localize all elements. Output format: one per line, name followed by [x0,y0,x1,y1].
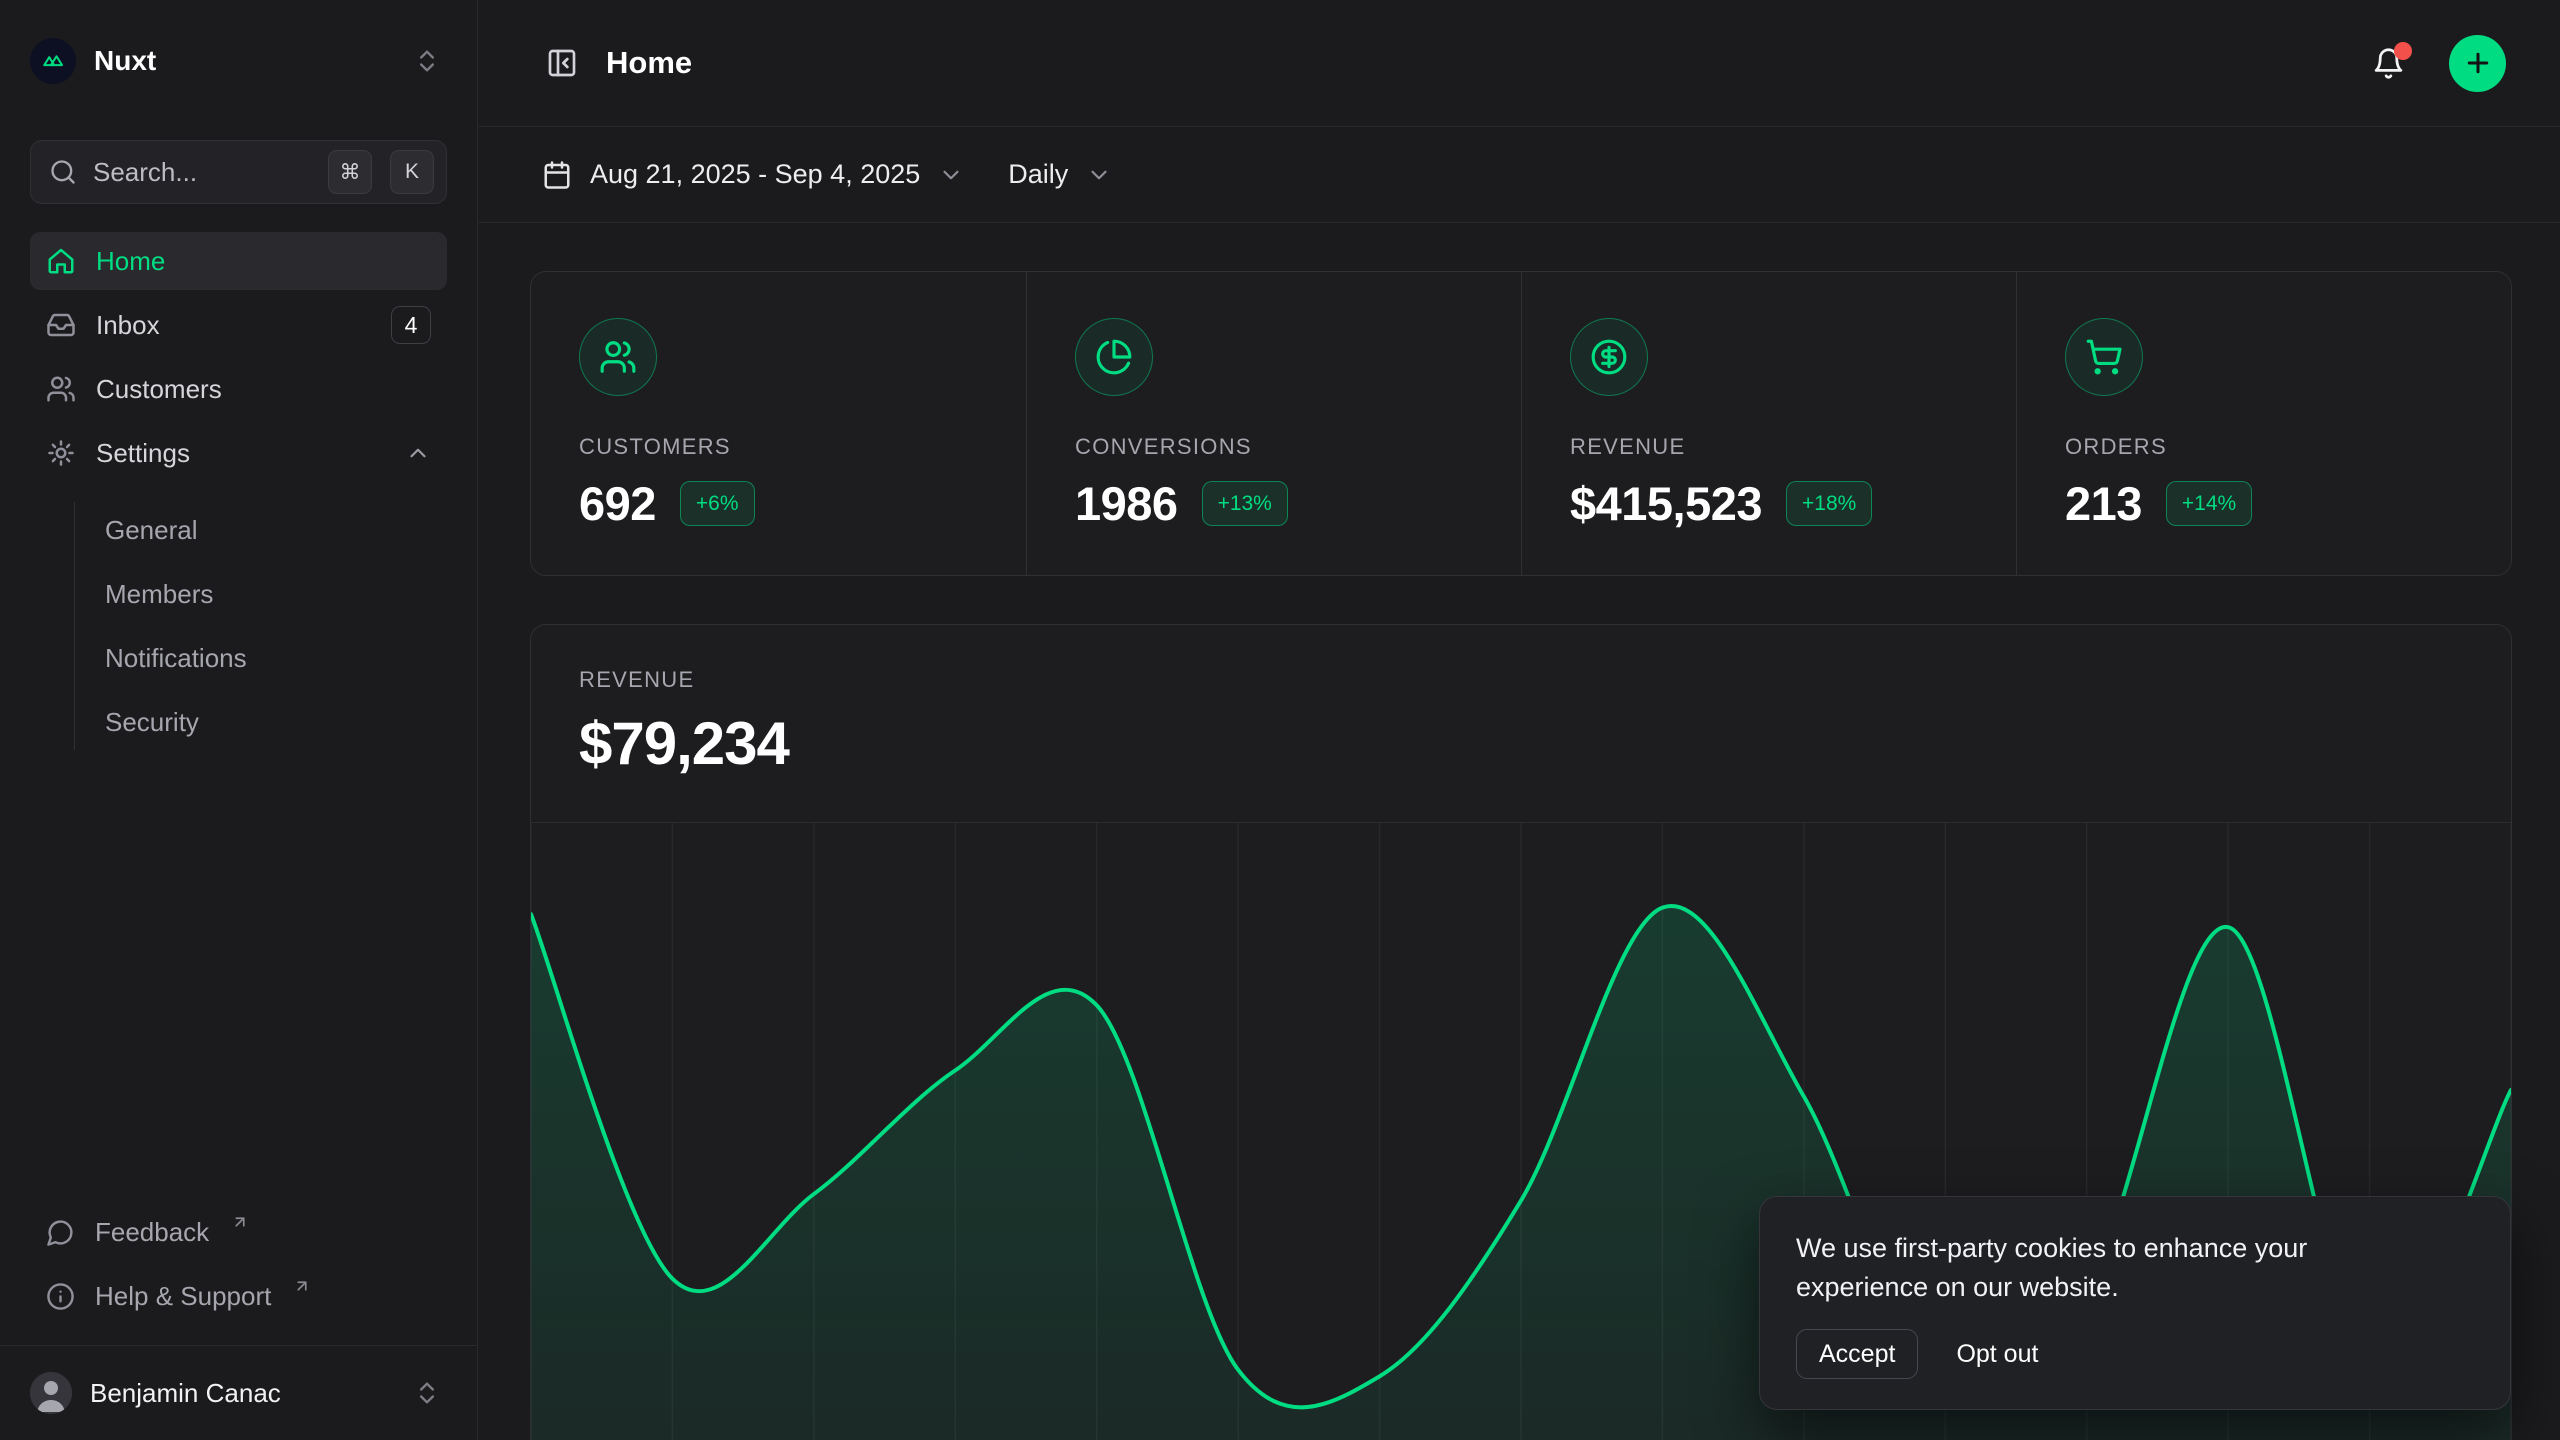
chevron-down-icon [1086,162,1112,188]
external-link-icon [293,1277,311,1295]
notification-dot [2394,42,2412,60]
sidebar-subitem-notifications[interactable]: Notifications [105,630,447,686]
stat-card-conversions[interactable]: CONVERSIONS 1986 +13% [1026,272,1521,575]
plus-icon [2463,48,2493,78]
user-name: Benjamin Canac [90,1378,281,1409]
date-range-picker[interactable]: Aug 21, 2025 - Sep 4, 2025 [542,159,964,190]
optout-cookies-button[interactable]: Opt out [1956,1340,2038,1369]
chevrons-up-down-icon[interactable] [407,41,447,81]
header-actions [2368,35,2506,92]
stat-delta-badge: +14% [2166,481,2252,526]
revenue-chart-label: REVENUE [579,667,2463,693]
stat-delta-badge: +18% [1786,481,1872,526]
stat-card-revenue[interactable]: REVENUE $415,523 +18% [1521,272,2016,575]
sidebar-subitem-security[interactable]: Security [105,694,447,750]
users-icon [579,318,657,396]
filters-toolbar: Aug 21, 2025 - Sep 4, 2025 Daily [478,127,2560,223]
sidebar-item-inbox[interactable]: Inbox 4 [30,296,447,354]
info-circle-icon [46,1282,75,1311]
shopping-cart-icon [2065,318,2143,396]
cookie-message: We use first-party cookies to enhance yo… [1796,1229,2446,1307]
sidebar-subitem-members[interactable]: Members [105,566,447,622]
chevron-down-icon [938,162,964,188]
add-button[interactable] [2449,35,2506,92]
search-placeholder: Search... [93,157,312,188]
sidebar-footer-links: Feedback Help & Support [30,1203,447,1325]
sidebar-nav: Home Inbox 4 Customers Settings [30,232,447,750]
users-icon [46,374,76,404]
page-header: Home [478,0,2560,127]
inbox-count-badge: 4 [391,306,431,344]
footer-link-label: Feedback [95,1217,209,1248]
stat-label: CONVERSIONS [1075,434,1252,460]
workspace-selector[interactable]: Nuxt [30,36,447,86]
revenue-chart-header: REVENUE $79,234 [531,625,2511,778]
stat-delta-badge: +6% [680,481,755,526]
accept-cookies-button[interactable]: Accept [1796,1329,1918,1379]
sidebar-subitem-general[interactable]: General [105,502,447,558]
stat-label: ORDERS [2065,434,2167,460]
collapse-sidebar-icon[interactable] [542,43,582,83]
kbd-command: ⌘ [328,150,372,194]
stat-delta-badge: +13% [1202,481,1288,526]
sidebar-spacer [30,750,447,1203]
chevrons-up-down-icon [407,1373,447,1413]
chevron-up-icon[interactable] [405,440,431,466]
stat-value: 1986 [1075,476,1178,531]
sidebar-item-customers[interactable]: Customers [30,360,447,418]
kbd-k: K [390,150,434,194]
user-menu[interactable]: Benjamin Canac [30,1346,447,1440]
stat-label: CUSTOMERS [579,434,731,460]
sidebar-item-label: Settings [96,438,190,469]
settings-sub-list: General Members Notifications Security [74,502,447,750]
stat-card-customers[interactable]: CUSTOMERS 692 +6% [531,272,1026,575]
stat-value: 692 [579,476,656,531]
search-input[interactable]: Search... ⌘ K [30,140,447,204]
pie-chart-icon [1075,318,1153,396]
revenue-chart-total: $79,234 [579,709,2463,778]
stat-label: REVENUE [1570,434,1685,460]
nuxt-logo-icon [30,38,76,84]
sidebar-item-feedback[interactable]: Feedback [30,1203,447,1261]
cookie-banner: We use first-party cookies to enhance yo… [1759,1196,2511,1410]
search-icon [49,158,77,186]
date-range-value: Aug 21, 2025 - Sep 4, 2025 [590,159,920,190]
page-title: Home [606,45,692,81]
granularity-value: Daily [1008,159,1068,190]
stat-card-orders[interactable]: ORDERS 213 +14% [2016,272,2511,575]
stats-row: CUSTOMERS 692 +6% CONVERSIONS 1986 +13% [530,271,2512,576]
inbox-icon [46,310,76,340]
sidebar-item-label: Home [96,246,165,277]
granularity-select[interactable]: Daily [1008,159,1112,190]
gear-icon [46,438,76,468]
sidebar: Nuxt Search... ⌘ K Home Inbox 4 [0,0,478,1440]
sidebar-item-label: Inbox [96,310,160,341]
stat-value: 213 [2065,476,2142,531]
footer-link-label: Help & Support [95,1281,271,1312]
notifications-bell-icon[interactable] [2368,43,2409,84]
sidebar-item-label: Customers [96,374,222,405]
sidebar-item-settings[interactable]: Settings [30,424,447,482]
sidebar-item-home[interactable]: Home [30,232,447,290]
avatar [30,1372,72,1414]
brand-name: Nuxt [94,45,156,77]
calendar-icon [542,160,572,190]
stat-value: $415,523 [1570,476,1762,531]
external-link-icon [231,1213,249,1231]
speech-bubble-icon [46,1218,75,1247]
circle-dollar-icon [1570,318,1648,396]
sidebar-item-help-support[interactable]: Help & Support [30,1267,447,1325]
home-icon [46,246,76,276]
cookie-actions: Accept Opt out [1796,1329,2474,1379]
